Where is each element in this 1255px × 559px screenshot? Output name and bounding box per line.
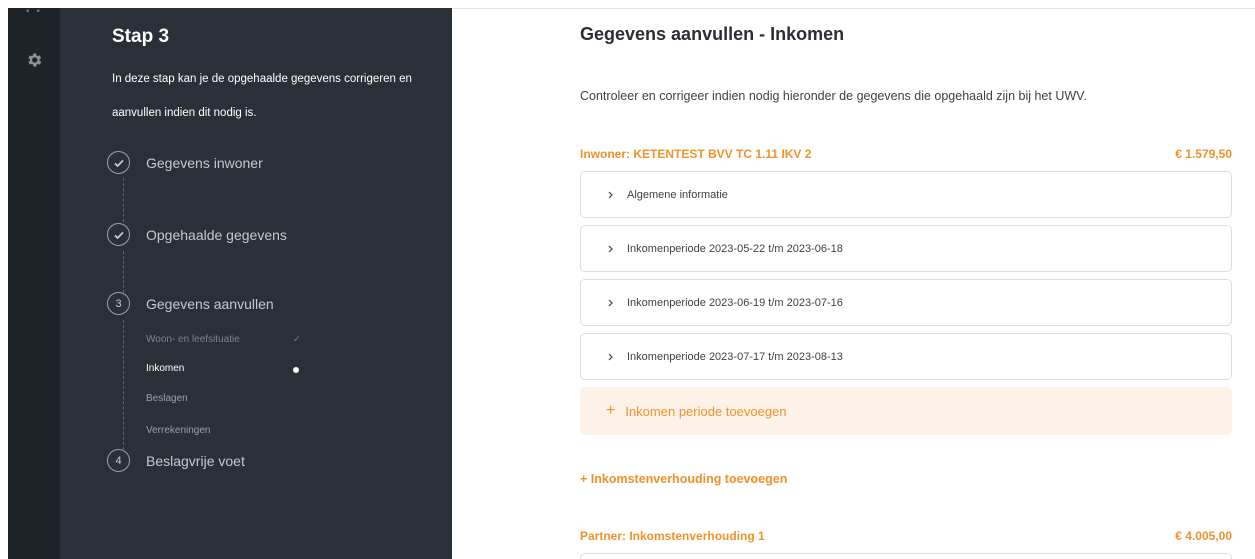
substep-woon-leefsituatie[interactable]: Woon- en leefsituatie ✓ bbox=[146, 334, 301, 345]
step-label: Opgehaalde gegevens bbox=[146, 226, 287, 243]
substep-inkomen[interactable]: Inkomen bbox=[146, 363, 299, 374]
accordion-label: Inkomenperiode 2023-06-19 t/m 2023-07-16 bbox=[627, 296, 843, 309]
substep-label: Verrekeningen bbox=[146, 425, 211, 436]
add-income-period-label: Inkomen periode toevoegen bbox=[625, 403, 787, 419]
inwoner-amount: € 1.579,50 bbox=[1175, 147, 1232, 161]
top-divider bbox=[452, 8, 1255, 9]
substep-label: Beslagen bbox=[146, 393, 188, 404]
substep-label: Inkomen bbox=[146, 363, 185, 374]
accordion-label: Algemene informatie bbox=[627, 188, 728, 201]
accordion-algemene-informatie[interactable]: Algemene informatie bbox=[580, 171, 1232, 218]
check-icon bbox=[107, 151, 130, 174]
check-icon: ✓ bbox=[293, 334, 301, 344]
chevron-right-icon bbox=[608, 245, 613, 252]
substep-verrekeningen[interactable]: Verrekeningen bbox=[146, 425, 211, 436]
add-income-period-button[interactable]: + Inkomen periode toevoegen bbox=[580, 387, 1232, 435]
page-title: Gegevens aanvullen - Inkomen bbox=[580, 24, 845, 44]
step-description: In deze stap kan je de opgehaalde gegeve… bbox=[112, 73, 412, 119]
step-opgehaalde-gegevens[interactable]: Opgehaalde gegevens bbox=[107, 223, 287, 246]
inwoner-title: Inwoner: KETENTEST BVV TC 1.11 IKV 2 bbox=[580, 147, 812, 161]
steps-panel: Stap 3 In deze stap kan je de opgehaalde… bbox=[60, 8, 452, 559]
accordion-inkomenperiode-3[interactable]: Inkomenperiode 2023-07-17 t/m 2023-08-13 bbox=[580, 333, 1232, 380]
chevron-right-icon bbox=[608, 299, 613, 306]
substep-beslagen[interactable]: Beslagen bbox=[146, 393, 188, 404]
accordion-inkomenperiode-1[interactable]: Inkomenperiode 2023-05-22 t/m 2023-06-18 bbox=[580, 225, 1232, 272]
partner-title: Partner: Inkomstenverhouding 1 bbox=[580, 529, 765, 543]
substep-label: Woon- en leefsituatie bbox=[146, 334, 240, 345]
step-label: Gegevens inwoner bbox=[146, 154, 263, 171]
icon-rail: ▪ ▪ bbox=[8, 7, 60, 559]
gear-icon[interactable] bbox=[25, 51, 43, 69]
step-connector bbox=[123, 178, 124, 222]
inwoner-header: Inwoner: KETENTEST BVV TC 1.11 IKV 2 € 1… bbox=[580, 147, 1232, 161]
step-number: 3 bbox=[107, 292, 130, 315]
accordion-label: Inkomenperiode 2023-07-17 t/m 2023-08-13 bbox=[627, 350, 843, 363]
partner-accordion[interactable] bbox=[580, 553, 1232, 559]
step-connector bbox=[123, 320, 124, 450]
partner-amount: € 4.005,00 bbox=[1175, 529, 1232, 543]
step-gegevens-aanvullen[interactable]: 3 Gegevens aanvullen bbox=[107, 292, 274, 315]
step-label: Gegevens aanvullen bbox=[146, 295, 274, 312]
step-connector bbox=[123, 251, 124, 293]
intro-text: Controleer en corrigeer indien nodig hie… bbox=[580, 89, 1087, 103]
plus-icon: + bbox=[606, 402, 616, 419]
step-number: 4 bbox=[107, 449, 130, 472]
accordion-inkomenperiode-2[interactable]: Inkomenperiode 2023-06-19 t/m 2023-07-16 bbox=[580, 279, 1232, 326]
active-dot-icon bbox=[293, 367, 299, 373]
step-gegevens-inwoner[interactable]: Gegevens inwoner bbox=[107, 151, 263, 174]
step-title: Stap 3 bbox=[112, 26, 170, 47]
step-beslagvrije-voet[interactable]: 4 Beslagvrije voet bbox=[107, 449, 245, 472]
step-label: Beslagvrije voet bbox=[146, 452, 245, 469]
chevron-right-icon bbox=[608, 191, 613, 198]
add-income-relation-link[interactable]: + Inkomstenverhouding toevoegen bbox=[580, 472, 787, 486]
grid-icon[interactable]: ▪ ▪ bbox=[26, 7, 42, 17]
chevron-right-icon bbox=[608, 353, 613, 360]
accordion-label: Inkomenperiode 2023-05-22 t/m 2023-06-18 bbox=[627, 242, 843, 255]
partner-header: Partner: Inkomstenverhouding 1 € 4.005,0… bbox=[580, 529, 1232, 543]
check-icon bbox=[107, 223, 130, 246]
